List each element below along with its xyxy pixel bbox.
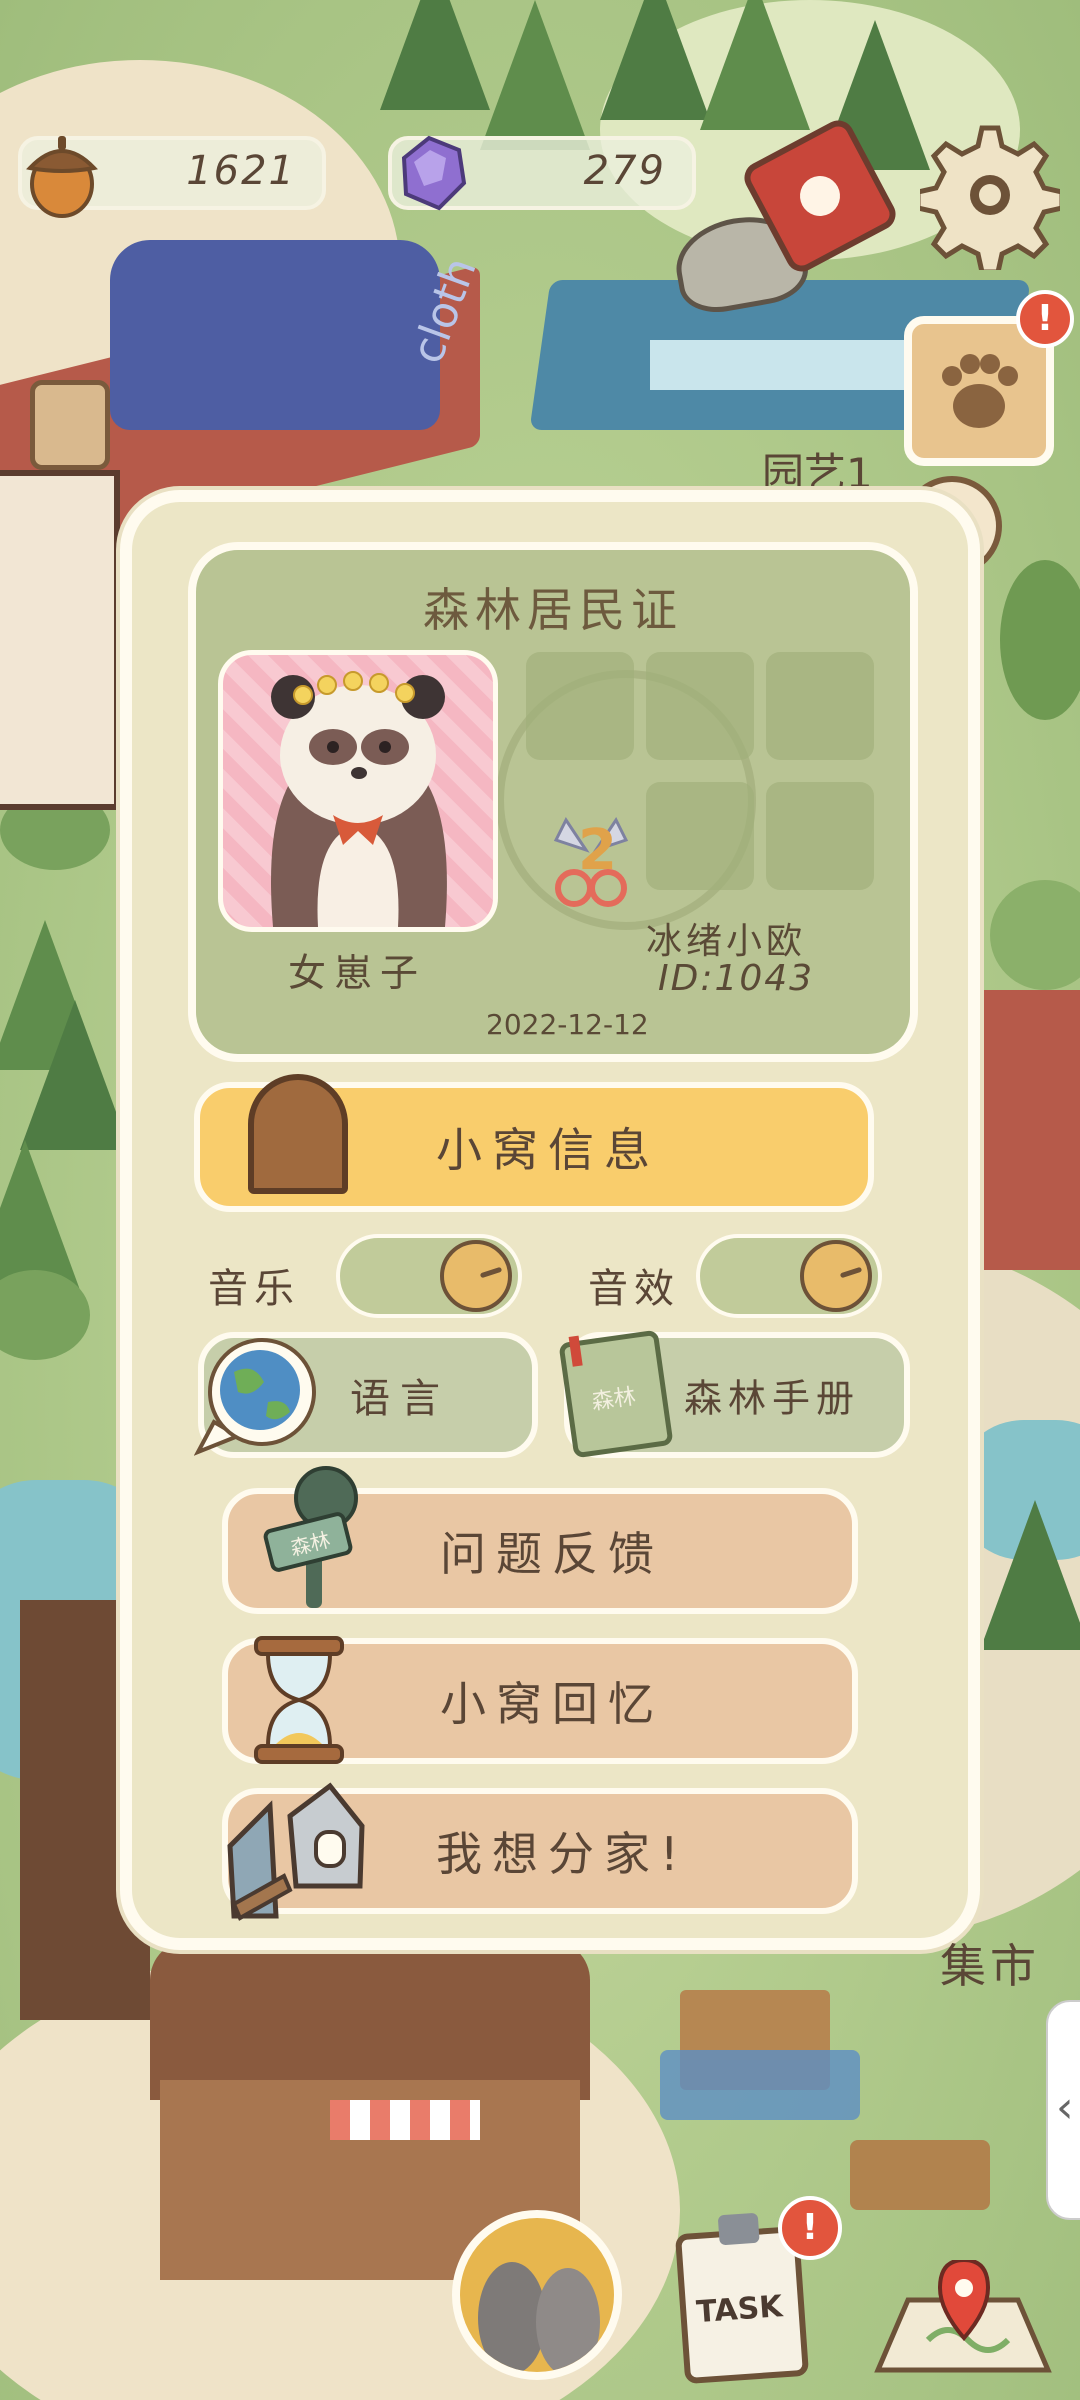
raccoon-avatar-icon [271, 671, 447, 927]
gear-icon [915, 125, 1065, 275]
door-icon [248, 1074, 348, 1194]
handbook-icon: 森林 [558, 1329, 674, 1459]
map-button[interactable] [868, 2257, 1058, 2380]
handbook-icon-text: 森林 [590, 1384, 638, 1416]
memories-label: 小窝回忆 [440, 1677, 664, 1731]
house-info-button[interactable]: 小窝信息 [194, 1074, 874, 1212]
feedback-label: 问题反馈 [440, 1527, 664, 1581]
badge-slot-4[interactable] [646, 782, 754, 890]
resident-id-card: 森林居民证 2 女崽子 冰绪小欧 ID:1043 2022-12-12 [188, 542, 918, 1062]
paw-bag-alert-badge: ! [1016, 290, 1074, 348]
player-id: ID:1043 [658, 958, 815, 999]
handbook-bookmark [568, 1335, 583, 1367]
character-name: 女崽子 [288, 951, 427, 995]
map-icon [874, 2257, 1052, 2373]
acorn-count: 1621 [186, 148, 296, 194]
music-toggle-knob [440, 1240, 512, 1312]
sfx-toggle-knob [800, 1240, 872, 1312]
microphone-icon: 森林 [260, 1462, 370, 1612]
hourglass-icon [244, 1632, 354, 1772]
settings-gear-button[interactable] [915, 120, 1065, 275]
avatar[interactable] [218, 650, 498, 932]
sfx-toggle[interactable] [696, 1234, 882, 1318]
settings-panel: 森林居民证 2 女崽子 冰绪小欧 ID:1043 2022-12-12 小窝信息… [120, 490, 980, 1950]
player-level: 2 [578, 818, 617, 883]
task-alert-badge: ! [778, 2196, 842, 2260]
task-clip-icon [717, 2212, 760, 2246]
badge-slot-3[interactable] [766, 652, 874, 760]
badge-slot-1[interactable] [526, 652, 634, 760]
task-label: TASK [695, 2289, 784, 2331]
broken-house-icon [220, 1766, 370, 1930]
card-title: 森林居民证 [423, 583, 683, 637]
feet-icon [478, 2262, 600, 2372]
leave-home-label: 我想分家! [436, 1827, 689, 1881]
market-label[interactable]: 集市 [940, 1930, 1040, 1996]
gem-icon [384, 128, 474, 222]
sfx-label: 音效 [588, 1266, 680, 1312]
language-label: 语言 [350, 1376, 450, 1422]
music-label: 音乐 [208, 1266, 300, 1312]
handbook-label: 森林手册 [684, 1376, 861, 1421]
gem-count: 279 [583, 148, 666, 194]
badge-slot-5[interactable] [766, 782, 874, 890]
house-info-label: 小窝信息 [436, 1123, 660, 1177]
player-name: 冰绪小欧 [646, 921, 807, 962]
globe-icon [193, 1332, 324, 1460]
chevron-left-icon: ‹ [1056, 2082, 1074, 2133]
side-drawer-tab[interactable]: ‹ [1046, 2000, 1080, 2220]
music-toggle[interactable] [336, 1234, 522, 1318]
badge-slot-2[interactable] [646, 652, 754, 760]
paw-icon [942, 354, 1018, 428]
acorn-icon [14, 124, 110, 224]
registration-date: 2022-12-12 [486, 1008, 649, 1041]
critter-feet-button[interactable] [452, 2210, 622, 2380]
